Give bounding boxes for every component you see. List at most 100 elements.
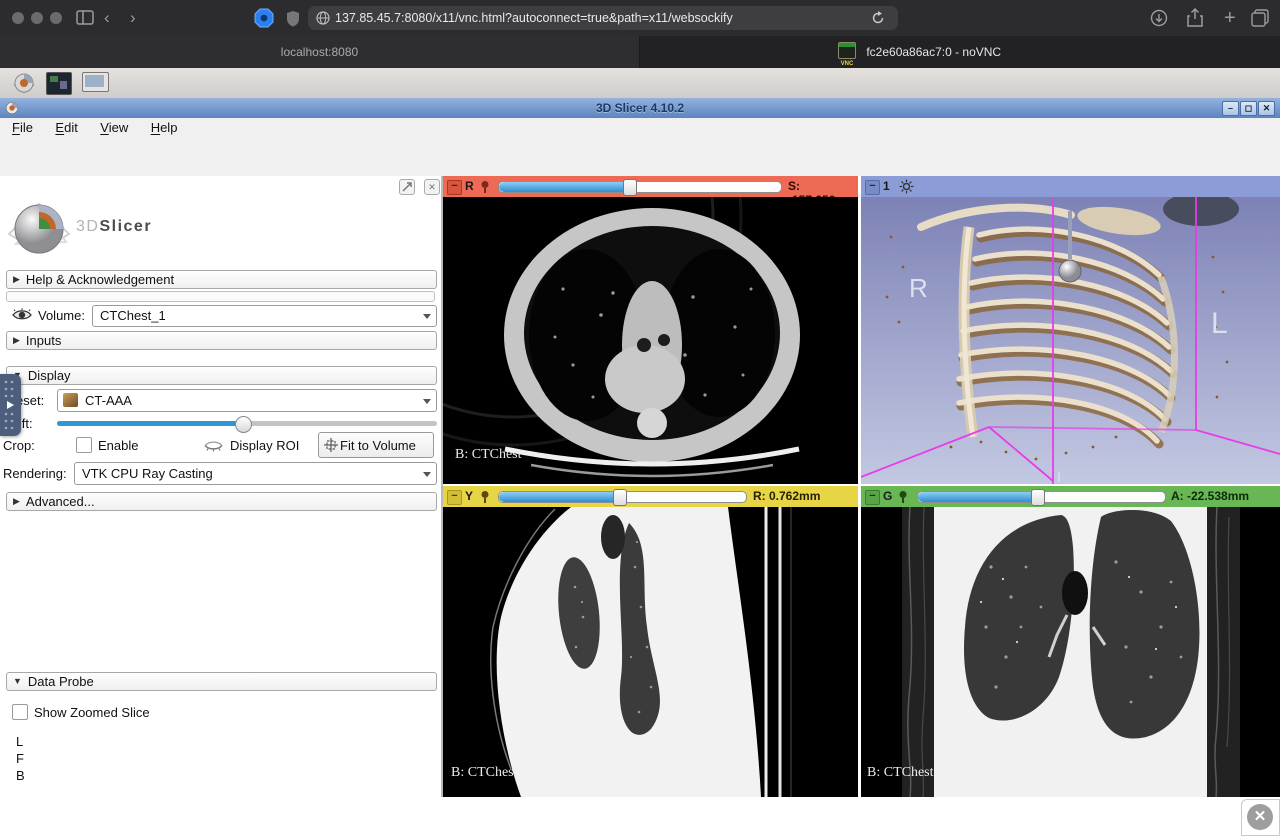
shield-icon <box>286 10 300 27</box>
preset-combobox[interactable]: CT-AAA <box>57 389 437 412</box>
section-display[interactable]: ▼Display <box>6 366 437 385</box>
yellow-corner-label: B: CTChest <box>451 765 518 781</box>
page-bottom-strip <box>0 797 1280 836</box>
sagittal-ct-image <box>443 507 858 797</box>
maximize-button[interactable]: ◻ <box>1240 101 1257 116</box>
section-inputs[interactable]: ▶Inputs <box>6 331 437 350</box>
tab-novnc[interactable]: VNC fc2e60a86ac7:0 - noVNC <box>640 36 1280 68</box>
close-button[interactable]: ✕ <box>1258 101 1275 116</box>
red-view-letter: R <box>465 179 474 193</box>
yellow-collapse-button[interactable]: − <box>447 490 462 505</box>
downloads-icon[interactable] <box>1150 9 1168 27</box>
view-splitter-horizontal[interactable] <box>443 484 1280 486</box>
probe-row-b: B <box>16 768 25 783</box>
menu-bar: File Edit View Help <box>0 118 1280 138</box>
tab-label: localhost:8080 <box>281 45 358 59</box>
yellow-pin-icon[interactable] <box>479 490 492 503</box>
vnc-favicon: VNC <box>838 42 856 59</box>
minimize-button[interactable]: – <box>1222 101 1239 116</box>
window-icon <box>5 101 19 115</box>
window-title: 3D Slicer 4.10.2 <box>0 98 1280 118</box>
show-zoomed-slice-label: Show Zoomed Slice <box>34 705 150 720</box>
crop-enable-checkbox[interactable] <box>76 437 92 453</box>
green-slice-slider-handle[interactable] <box>1031 489 1045 506</box>
threed-view[interactable]: R L I <box>861 197 1280 484</box>
view-splitter-vertical[interactable] <box>858 176 861 797</box>
tab-bar: localhost:8080 VNC fc2e60a86ac7:0 - noVN… <box>0 36 1280 68</box>
yellow-view-letter: Y <box>465 489 473 503</box>
display-roi-eye-icon[interactable] <box>204 438 223 452</box>
slicer-app-icon[interactable] <box>12 71 36 95</box>
tab-localhost[interactable]: localhost:8080 <box>0 36 639 68</box>
window-close-button[interactable] <box>12 12 24 24</box>
volume-combobox[interactable]: CTChest_1 <box>92 305 437 327</box>
menu-edit[interactable]: Edit <box>46 118 86 138</box>
orientation-label-i: I <box>1057 469 1061 484</box>
axial-ct-image <box>443 197 858 484</box>
yellow-slice-slider-handle[interactable] <box>613 489 627 506</box>
green-pin-icon[interactable] <box>897 490 910 503</box>
globe-icon <box>316 11 330 25</box>
green-slice-slider[interactable] <box>917 491 1166 503</box>
spin-view-icon[interactable] <box>899 179 914 194</box>
shift-slider[interactable] <box>57 421 437 426</box>
share-icon[interactable] <box>1186 8 1204 28</box>
desktop-taskbar: 3D Slicer 4.10.2 <box>0 68 1280 99</box>
section-help-acknowledgement[interactable]: ▶Help & Acknowledgement <box>6 270 437 289</box>
orientation-label-l: L <box>1211 307 1228 341</box>
terminal-app-icon[interactable] <box>46 72 72 95</box>
shift-slider-handle[interactable] <box>235 416 252 433</box>
sidebar-toggle-icon[interactable] <box>76 10 94 25</box>
menu-help[interactable]: Help <box>142 118 187 138</box>
section-data-probe[interactable]: ▼Data Probe <box>6 672 437 691</box>
volume-visibility-eye-icon[interactable] <box>12 307 32 322</box>
section-advanced[interactable]: ▶Advanced... <box>6 492 437 511</box>
window-titlebar[interactable]: 3D Slicer 4.10.2 – ◻ ✕ <box>0 98 1280 118</box>
novnc-disconnect-button[interactable]: ✕ <box>1247 804 1273 830</box>
screen: ‹ › 137.85.45.7:8080/x11/vnc.html?autoco… <box>0 0 1280 836</box>
menu-view[interactable]: View <box>91 118 137 138</box>
privacy-shield-icon[interactable] <box>254 8 274 28</box>
volume-combobox-value: CTChest_1 <box>100 308 166 323</box>
back-button[interactable]: ‹ <box>104 0 110 36</box>
new-tab-icon[interactable]: + <box>1224 0 1236 36</box>
orientation-label-r: R <box>909 273 928 304</box>
red-slice-view[interactable]: B: CTChest <box>443 197 858 484</box>
crop-label: Crop: <box>3 438 35 453</box>
yellow-slice-view[interactable]: B: CTChest <box>443 507 858 797</box>
green-collapse-button[interactable]: − <box>865 490 880 505</box>
panel-undock-button[interactable] <box>399 179 415 195</box>
threed-collapse-button[interactable]: − <box>865 180 880 195</box>
address-bar[interactable]: 137.85.45.7:8080/x11/vnc.html?autoconnec… <box>308 6 898 30</box>
rendering-label: Rendering: <box>3 466 67 481</box>
preset-combobox-value: CT-AAA <box>85 393 132 408</box>
yellow-slice-controller: − Y R: 0.762mm <box>443 486 858 507</box>
menu-file[interactable]: File <box>3 118 42 138</box>
tab-overview-icon[interactable] <box>1251 9 1269 27</box>
red-collapse-button[interactable]: − <box>447 180 462 195</box>
display-app-icon[interactable] <box>82 72 109 92</box>
red-slice-slider-handle[interactable] <box>623 179 637 196</box>
green-slice-view[interactable]: B: CTChest <box>861 507 1280 797</box>
window-minimize-button[interactable] <box>31 12 43 24</box>
section-label: Display <box>28 367 71 384</box>
yellow-offset-readout: R: 0.762mm <box>753 489 820 503</box>
red-pin-icon[interactable] <box>479 180 492 193</box>
panel-grip-handle[interactable] <box>0 374 21 436</box>
show-zoomed-slice-checkbox[interactable] <box>12 704 28 720</box>
green-slice-controller: − G A: -22.538mm <box>861 486 1280 507</box>
red-corner-label: B: CTChest <box>455 447 522 463</box>
yellow-slice-slider[interactable] <box>498 491 747 503</box>
red-slice-slider[interactable] <box>498 181 782 193</box>
green-view-letter: G <box>883 489 892 503</box>
rendering-combobox-value: VTK CPU Ray Casting <box>82 466 213 481</box>
forward-button[interactable]: › <box>130 0 136 36</box>
reload-icon[interactable] <box>871 11 885 25</box>
coronal-ct-image <box>861 507 1280 797</box>
fit-to-volume-button[interactable]: Fit to Volume <box>318 432 434 458</box>
green-corner-label: B: CTChest <box>867 765 934 781</box>
panel-close-button[interactable]: ✕ <box>424 179 440 195</box>
window-zoom-button[interactable] <box>50 12 62 24</box>
slicer-logo-text: 3DSlicer <box>76 218 152 236</box>
rendering-combobox[interactable]: VTK CPU Ray Casting <box>74 462 437 485</box>
